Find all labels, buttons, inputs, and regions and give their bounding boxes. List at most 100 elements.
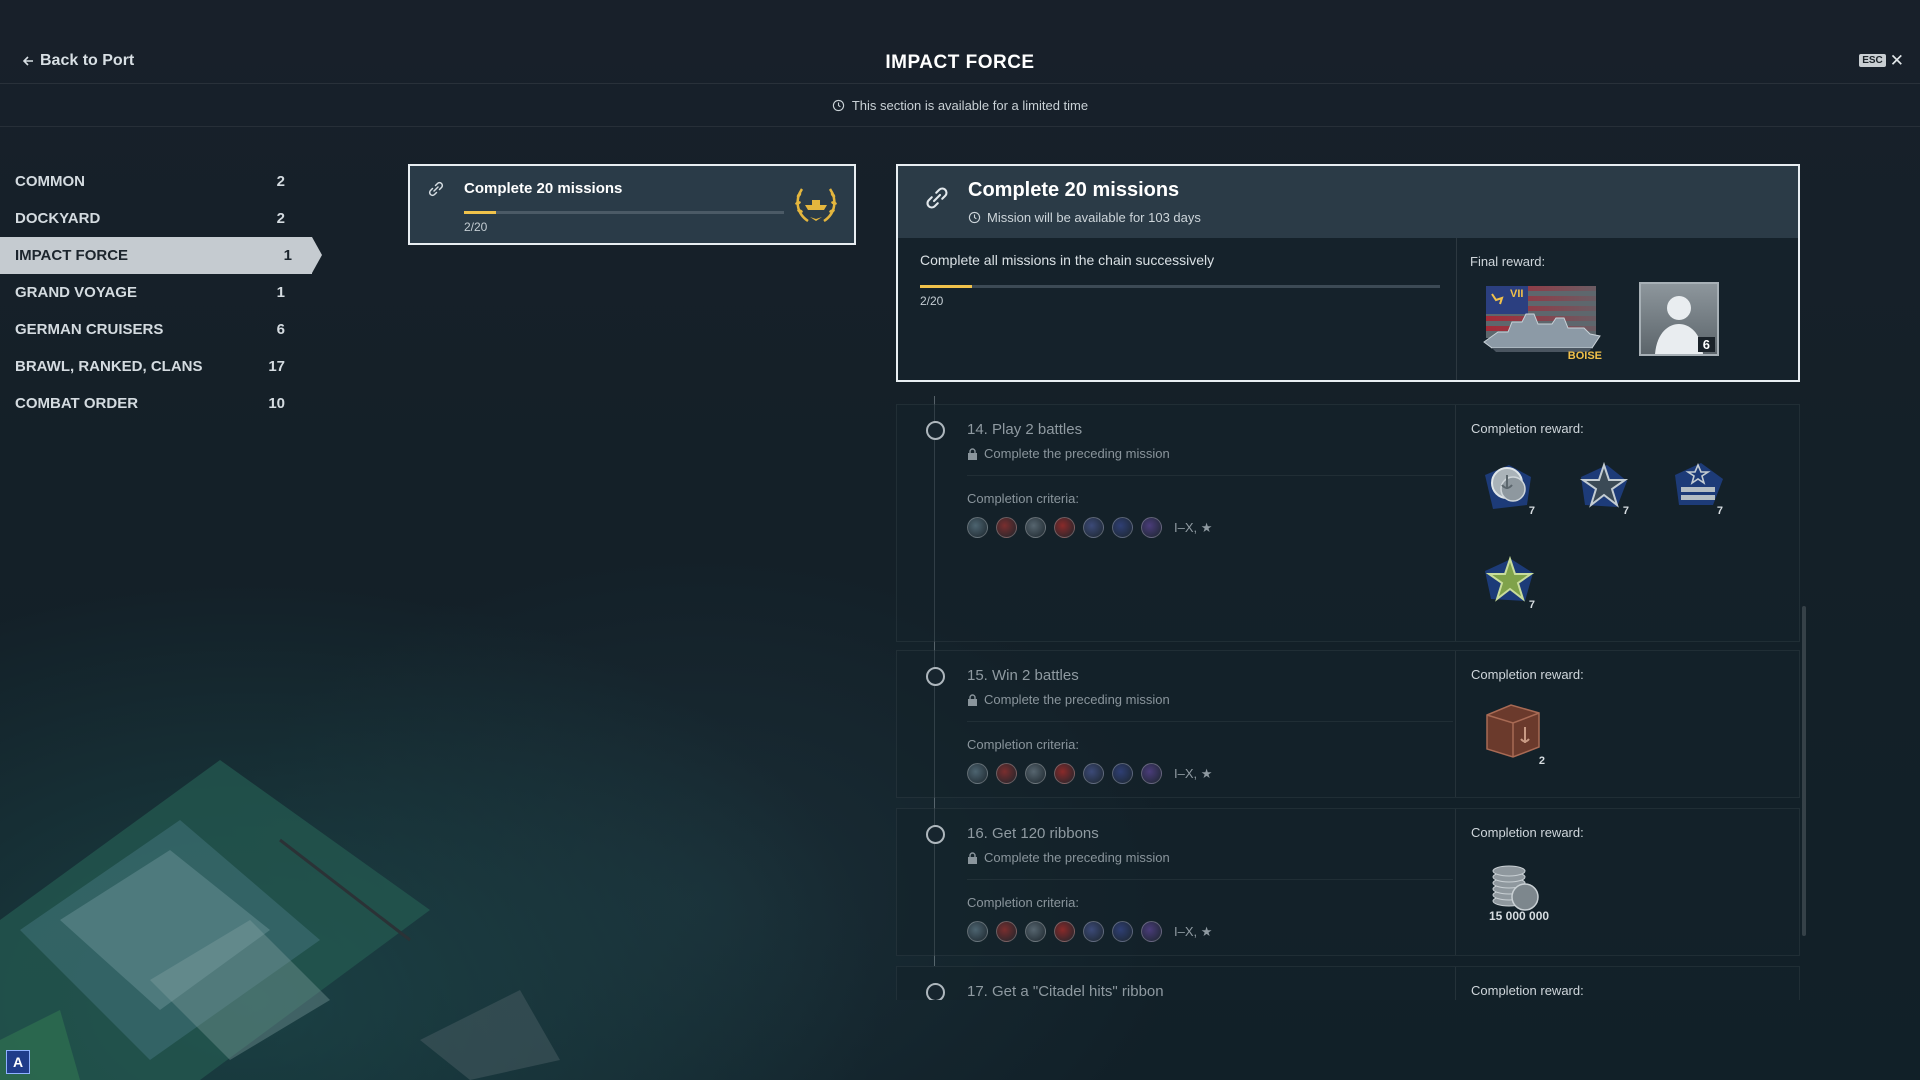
reward-count: 7 — [1716, 505, 1723, 517]
detail-header: Complete 20 missions Mission will be ava… — [898, 166, 1798, 238]
nation-icon-6 — [1112, 517, 1133, 538]
tier-range: I–X, ★ — [1174, 923, 1213, 939]
mission-locked-note: Complete the preceding mission — [967, 446, 1170, 461]
sidebar-item-label: DOCKYARD — [15, 210, 101, 227]
reward-label: Completion reward: — [1471, 825, 1584, 840]
header: Back to Port IMPACT FORCE ESC ✕ — [0, 0, 1920, 84]
app-logo: A — [6, 1050, 30, 1074]
page-title: IMPACT FORCE — [885, 52, 1035, 73]
limited-time-notice: This section is available for a limited … — [0, 85, 1920, 127]
sidebar-item-impact-force[interactable]: IMPACT FORCE 1 — [0, 237, 322, 274]
commander-count: 6 — [1697, 337, 1715, 352]
mission-status-circle — [926, 825, 945, 844]
criteria-label: Completion criteria: — [967, 737, 1079, 752]
detail-title: Complete 20 missions — [968, 179, 1180, 201]
chain-progress-fill — [464, 211, 496, 214]
criteria-icons: I–X, ★ — [967, 517, 1212, 538]
locked-text: Complete the preceding mission — [984, 850, 1170, 865]
supply-container-icon[interactable]: 2 — [1479, 697, 1551, 767]
divider — [1455, 651, 1456, 797]
rank-stripes-icon[interactable]: 7 — [1667, 455, 1729, 517]
mission-item-15[interactable]: 15. Win 2 battles Complete the preceding… — [896, 650, 1800, 798]
mission-chain-card[interactable]: Complete 20 missions 2/20 — [408, 164, 856, 245]
locked-text: Complete the preceding mission — [984, 692, 1170, 707]
nation-icon-3 — [1025, 921, 1046, 942]
mission-item-16[interactable]: 16. Get 120 ribbons Complete the precedi… — [896, 808, 1800, 956]
divider — [1455, 809, 1456, 955]
nation-icon-1 — [967, 517, 988, 538]
clock-icon — [832, 99, 845, 112]
chain-title: Complete 20 missions — [464, 180, 623, 197]
sidebar-item-brawl-ranked-clans[interactable]: BRAWL, RANKED, CLANS 17 — [0, 348, 305, 385]
link-icon — [428, 181, 444, 197]
close-icon: ✕ — [1889, 51, 1904, 70]
nation-icon-7 — [1141, 763, 1162, 784]
sidebar-item-label: IMPACT FORCE — [15, 247, 129, 264]
reward-count: 7 — [1622, 505, 1629, 517]
sidebar-item-count: 17 — [268, 358, 285, 375]
criteria-icons: I–X, ★ — [967, 763, 1212, 784]
ship-reward[interactable]: VII BOISE — [1478, 282, 1606, 364]
nation-icon-5 — [1083, 921, 1104, 942]
mission-list-scrollbar[interactable] — [1802, 606, 1806, 936]
nation-icon-7 — [1141, 517, 1162, 538]
final-reward-label: Final reward: — [1470, 254, 1546, 269]
separator — [967, 721, 1453, 722]
nation-icon-4 — [1054, 517, 1075, 538]
commander-reward[interactable]: 6 — [1639, 282, 1719, 356]
mission-locked-note: Complete the preceding mission — [967, 692, 1170, 707]
nation-icon-5 — [1083, 517, 1104, 538]
mission-status-circle — [926, 667, 945, 686]
reward-label: Completion reward: — [1471, 421, 1584, 436]
nation-icon-3 — [1025, 517, 1046, 538]
sidebar-item-label: BRAWL, RANKED, CLANS — [15, 358, 203, 375]
mission-title: 14. Play 2 battles — [967, 421, 1083, 438]
sidebar-item-dockyard[interactable]: DOCKYARD 2 — [0, 200, 305, 237]
mission-title: 16. Get 120 ribbons — [967, 825, 1099, 842]
sidebar-item-combat-order[interactable]: COMBAT ORDER 10 — [0, 385, 305, 422]
mission-item-14[interactable]: 14. Play 2 battles Complete the precedin… — [896, 404, 1800, 642]
nation-icon-2 — [996, 921, 1017, 942]
nation-icon-5 — [1083, 763, 1104, 784]
credits-stack-icon[interactable]: 15 000 000 — [1479, 861, 1569, 931]
detail-progress-text: 2/20 — [920, 294, 944, 308]
reward-count: 7 — [1528, 505, 1535, 517]
separator — [967, 475, 1453, 476]
sidebar-item-grand-voyage[interactable]: GRAND VOYAGE 1 — [0, 274, 305, 311]
silver-star-icon[interactable]: 7 — [1573, 455, 1635, 517]
sidebar-item-count: 1 — [276, 284, 285, 301]
nation-icon-2 — [996, 517, 1017, 538]
mission-status-circle — [926, 421, 945, 440]
divider — [1455, 405, 1456, 641]
divider — [1455, 967, 1456, 1000]
sidebar-item-count: 10 — [268, 395, 285, 412]
lock-icon — [968, 693, 977, 706]
criteria-icons: I–X, ★ — [967, 921, 1212, 942]
criteria-label: Completion criteria: — [967, 491, 1079, 506]
nation-icon-6 — [1112, 921, 1133, 942]
sidebar-item-label: GRAND VOYAGE — [15, 284, 137, 301]
notice-text: This section is available for a limited … — [851, 98, 1089, 113]
reward-count: 15 000 000 — [1489, 909, 1550, 923]
detail-progress-fill — [920, 285, 972, 288]
reward-count: 2 — [1538, 755, 1545, 767]
mission-title: 17. Get a "Citadel hits" ribbon — [967, 983, 1164, 1000]
separator — [967, 879, 1453, 880]
nation-icon-2 — [996, 763, 1017, 784]
sidebar-item-german-cruisers[interactable]: GERMAN CRUISERS 6 — [0, 311, 305, 348]
silver-anchor-coin-icon[interactable]: 7 — [1479, 455, 1541, 517]
category-sidebar: COMMON 2 DOCKYARD 2 IMPACT FORCE 1 GRAND… — [0, 163, 322, 422]
close-button[interactable]: ESC ✕ — [1859, 52, 1904, 69]
lock-icon — [968, 447, 977, 460]
nation-icon-4 — [1054, 763, 1075, 784]
green-star-icon[interactable]: 7 — [1479, 549, 1541, 611]
chain-description: Complete all missions in the chain succe… — [920, 252, 1215, 268]
nation-icon-7 — [1141, 921, 1162, 942]
reward-label: Completion reward: — [1471, 983, 1584, 998]
tier-range: I–X, ★ — [1174, 519, 1213, 535]
divider — [1456, 238, 1457, 380]
mission-item-17[interactable]: 17. Get a "Citadel hits" ribbon Completi… — [896, 966, 1800, 1000]
sidebar-item-common[interactable]: COMMON 2 — [0, 163, 305, 200]
reward-label: Completion reward: — [1471, 667, 1584, 682]
chain-progress-bar — [464, 211, 784, 214]
